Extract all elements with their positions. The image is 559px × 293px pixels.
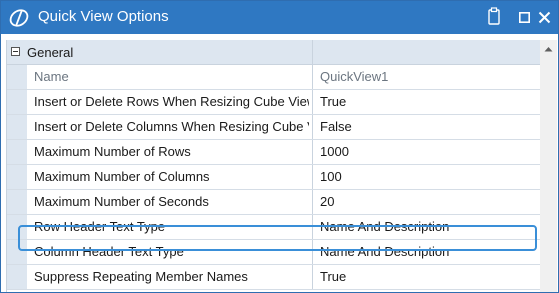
property-name: Maximum Number of Columns — [34, 169, 210, 184]
property-row[interactable]: Maximum Number of Columns 100 — [7, 165, 540, 190]
row-gutter — [7, 165, 27, 189]
property-value[interactable]: 1000 — [312, 140, 540, 164]
property-value[interactable]: True — [312, 90, 540, 114]
vertical-scrollbar[interactable] — [540, 40, 557, 292]
property-row[interactable]: Insert or Delete Rows When Resizing Cube… — [7, 90, 540, 115]
property-grid: General Name QuickView1 Insert or Delete… — [6, 40, 540, 292]
row-gutter — [7, 265, 27, 289]
clipboard-icon[interactable] — [488, 7, 500, 25]
window-title: Quick View Options — [38, 8, 169, 25]
property-row[interactable]: Maximum Number of Rows 1000 — [7, 140, 540, 165]
name-column-header: Name — [34, 69, 69, 84]
property-value[interactable]: True — [312, 265, 540, 289]
close-icon[interactable] — [538, 11, 551, 24]
header-row: Name QuickView1 — [7, 65, 540, 90]
row-gutter — [7, 240, 27, 264]
property-name: Insert or Delete Rows When Resizing Cube… — [34, 94, 309, 109]
property-row[interactable]: Insert or Delete Columns When Resizing C… — [7, 115, 540, 140]
property-name: Column Header Text Type — [34, 244, 184, 259]
category-row-general[interactable]: General — [7, 40, 540, 65]
row-gutter — [7, 65, 27, 89]
scroll-up-icon[interactable] — [544, 46, 553, 52]
collapse-icon[interactable] — [11, 47, 20, 56]
title-bar[interactable]: Quick View Options — [1, 1, 558, 34]
property-name: Maximum Number of Seconds — [34, 194, 209, 209]
property-row[interactable]: Row Header Text Type Name And Descriptio… — [7, 215, 540, 240]
category-label: General — [27, 45, 74, 60]
quick-view-options-window: Quick View Options General Name QuickVie… — [0, 0, 559, 293]
row-gutter — [7, 90, 27, 114]
onestream-logo-icon — [9, 9, 29, 27]
column-divider — [312, 40, 313, 64]
property-value[interactable]: Name And Description — [312, 215, 540, 239]
property-row-selected[interactable]: Suppress Repeating Member Names True — [7, 265, 540, 290]
maximize-icon[interactable] — [519, 12, 530, 23]
property-value[interactable]: Name And Description — [312, 240, 540, 264]
property-name: Suppress Repeating Member Names — [34, 269, 248, 284]
row-gutter — [7, 190, 27, 214]
property-name: Insert or Delete Columns When Resizing C… — [34, 119, 309, 134]
property-name: Maximum Number of Rows — [34, 144, 191, 159]
value-column-header: QuickView1 — [312, 65, 540, 89]
row-gutter — [7, 140, 27, 164]
property-value[interactable]: 20 — [312, 190, 540, 214]
property-value[interactable]: False — [312, 115, 540, 139]
property-row[interactable]: Column Header Text Type Name And Descrip… — [7, 240, 540, 265]
row-gutter — [7, 215, 27, 239]
property-value[interactable]: 100 — [312, 165, 540, 189]
property-name: Row Header Text Type — [34, 219, 166, 234]
property-row[interactable]: Maximum Number of Seconds 20 — [7, 190, 540, 215]
row-gutter — [7, 115, 27, 139]
